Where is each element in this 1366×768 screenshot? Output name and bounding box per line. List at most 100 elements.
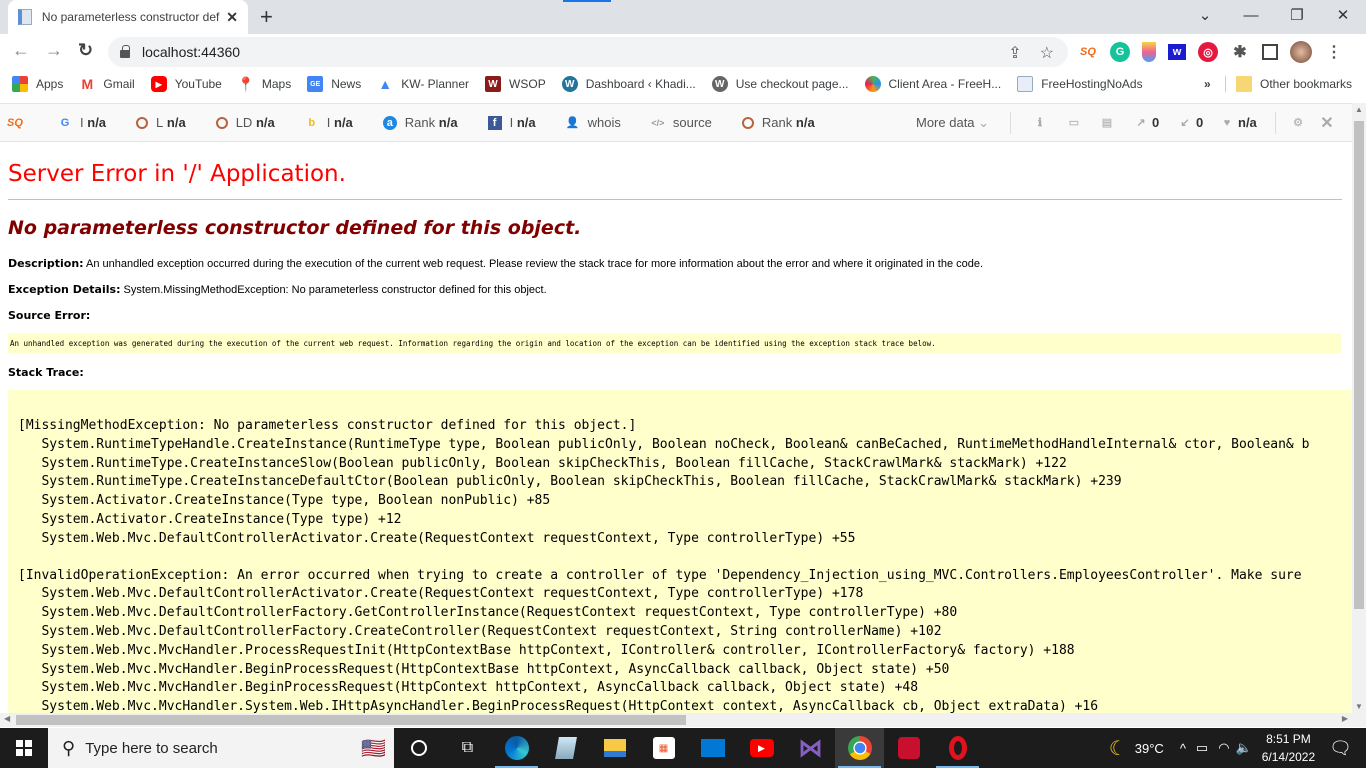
restore-button[interactable]: ❐ xyxy=(1274,0,1320,30)
share-icon[interactable]: ⇪ xyxy=(1008,43,1021,63)
bookmark-star-icon[interactable]: ☆ xyxy=(1040,43,1054,63)
bookmark-checkout[interactable]: W Use checkout page... xyxy=(711,76,849,92)
bookmark-gmail[interactable]: M Gmail xyxy=(79,76,135,92)
seo-whois[interactable]: 👤 whois xyxy=(566,115,621,130)
seo-google-index[interactable]: GI n/a xyxy=(58,115,106,130)
vertical-scrollbar[interactable]: ▲ ▼ xyxy=(1352,103,1366,713)
menu-kebab-icon[interactable]: ⋮ xyxy=(1324,42,1344,62)
taskbar-youtube[interactable]: ▶ xyxy=(737,728,786,768)
health-score[interactable]: ♥ n/a xyxy=(1220,115,1257,130)
close-seobar-icon[interactable]: ✕ xyxy=(1320,115,1334,132)
bookmarks-overflow-button[interactable]: » xyxy=(1204,77,1211,91)
taskbar-edge[interactable] xyxy=(492,728,541,768)
reload-icon[interactable]: ↻ xyxy=(78,40,93,61)
error-message-heading: No parameterless constructor defined for… xyxy=(8,217,582,239)
seo-bing-index[interactable]: bI n/a xyxy=(305,115,352,130)
bookmark-wsop[interactable]: W WSOP xyxy=(485,76,546,92)
bookmark-youtube[interactable]: ▶ YouTube xyxy=(150,76,222,92)
clock[interactable]: 8:51 PM 6/14/2022 xyxy=(1262,730,1315,766)
seo-label: I xyxy=(80,115,84,130)
bookmark-kw-planner[interactable]: ▲ KW- Planner xyxy=(377,76,469,92)
clock-date: 6/14/2022 xyxy=(1261,750,1316,764)
horizontal-scrollbar[interactable]: ◀ ▶ xyxy=(0,713,1366,727)
seo-source[interactable]: </> source xyxy=(651,115,712,130)
taskbar-store[interactable]: ▦ xyxy=(639,728,688,768)
show-hidden-icons[interactable]: ^ xyxy=(1180,741,1186,756)
minimize-button[interactable]: — xyxy=(1228,0,1274,30)
taskbar-notepad[interactable] xyxy=(541,728,590,768)
bookmark-news[interactable]: GE News xyxy=(307,76,361,92)
target-extension-icon[interactable]: ◎ xyxy=(1198,42,1218,62)
bookmark-dashboard[interactable]: W Dashboard ‹ Khadi... xyxy=(561,76,696,92)
wifi-icon[interactable]: ◠ xyxy=(1218,740,1229,756)
taskbar-chrome[interactable] xyxy=(835,728,884,768)
bookmark-maps[interactable]: 📍 Maps xyxy=(237,76,291,92)
seo-facebook[interactable]: fI n/a xyxy=(487,115,536,130)
close-tab-icon[interactable]: ✕ xyxy=(226,9,238,26)
reading-list-icon[interactable] xyxy=(1262,44,1278,60)
notifications-icon[interactable]: 🗨 xyxy=(1329,738,1352,759)
task-view-button[interactable]: ⧉ xyxy=(443,728,492,768)
taskbar-visual-studio[interactable]: ⋈ xyxy=(786,728,835,768)
browser-tab[interactable]: No parameterless constructor defined for… xyxy=(8,0,248,34)
seo-label: source xyxy=(672,115,712,130)
seo-semrush-rank[interactable]: Rank n/a xyxy=(741,115,815,130)
volume-icon[interactable]: 🔈 xyxy=(1236,740,1252,756)
screen-recorder-icon xyxy=(897,737,920,759)
horizontal-scroll-thumb[interactable] xyxy=(16,715,686,725)
taskbar-screen-recorder[interactable] xyxy=(884,728,933,768)
tab-search-icon[interactable]: ⌄ xyxy=(1182,0,1228,30)
seo-links[interactable]: L n/a xyxy=(136,115,186,130)
seoquake-extension-icon[interactable]: SQ xyxy=(1078,42,1098,62)
analytics-extension-icon[interactable]: w xyxy=(1168,44,1186,60)
lock-icon[interactable] xyxy=(120,45,130,58)
internal-links[interactable]: ↙ 0 xyxy=(1178,115,1203,130)
bookmark-label: Apps xyxy=(36,77,64,91)
bookmark-freehostingnoads[interactable]: FreeHostingNoAds xyxy=(1017,76,1143,92)
plug-extension-icon[interactable] xyxy=(1142,42,1156,62)
seo-alexa-rank[interactable]: a Rank n/a xyxy=(382,115,458,130)
extensions-puzzle-icon[interactable]: ✱ xyxy=(1230,42,1250,62)
external-links[interactable]: ↗ 0 xyxy=(1134,115,1159,130)
bookmark-apps[interactable]: Apps xyxy=(12,76,63,92)
address-bar[interactable]: localhost:44360 ⇪ ☆ xyxy=(108,37,1068,67)
scroll-up-icon[interactable]: ▲ xyxy=(1355,105,1363,114)
profile-avatar[interactable] xyxy=(1290,41,1312,63)
more-data-dropdown[interactable]: More data ⌄ xyxy=(916,115,989,131)
url-text[interactable]: localhost:44360 xyxy=(142,44,240,60)
taskbar-search[interactable]: ⚲ Type here to search 🇺🇸 xyxy=(48,728,394,768)
report-icon[interactable]: ▤ xyxy=(1100,116,1114,130)
internal-link-icon: ↙ xyxy=(1180,117,1190,129)
taskbar-file-explorer[interactable] xyxy=(590,728,639,768)
screen-icon[interactable]: ▭ xyxy=(1067,116,1081,130)
scroll-down-icon[interactable]: ▼ xyxy=(1355,702,1363,711)
taskbar-opera[interactable] xyxy=(933,728,982,768)
seoquake-logo-icon[interactable]: SQ xyxy=(7,116,23,130)
grammarly-extension-icon[interactable]: G xyxy=(1110,42,1130,62)
bookmark-client-area[interactable]: Client Area - FreeH... xyxy=(864,76,1002,92)
bookmark-label: Client Area - FreeH... xyxy=(888,77,1002,91)
other-bookmarks[interactable]: Other bookmarks xyxy=(1236,76,1352,92)
cortana-button[interactable] xyxy=(394,728,443,768)
forward-icon[interactable]: → xyxy=(45,40,63,61)
bookmark-label: News xyxy=(331,77,362,91)
new-tab-button[interactable]: + xyxy=(260,4,273,30)
scroll-left-icon[interactable]: ◀ xyxy=(4,714,10,723)
stack-frame: System.RuntimeType.CreateInstanceSlow(Bo… xyxy=(18,455,1067,471)
close-window-button[interactable]: ✕ xyxy=(1320,0,1366,30)
start-button[interactable] xyxy=(0,728,48,768)
bookmark-label: KW- Planner xyxy=(401,77,470,91)
exception-details-label: Exception Details: xyxy=(8,283,121,296)
vertical-scroll-thumb[interactable] xyxy=(1354,121,1364,609)
weather-temperature[interactable]: 39°C xyxy=(1135,741,1164,756)
info-icon[interactable]: ℹ xyxy=(1033,116,1047,130)
taskbar-mail[interactable] xyxy=(688,728,737,768)
more-data-label: More data xyxy=(916,115,975,130)
back-icon[interactable]: ← xyxy=(12,40,30,61)
weather-moon-icon[interactable]: ☾ xyxy=(1109,736,1127,761)
seo-linking-domains[interactable]: LD n/a xyxy=(215,115,275,130)
battery-icon[interactable]: ▭ xyxy=(1196,740,1208,756)
semrush-ring-icon xyxy=(741,116,754,129)
settings-gear-icon[interactable]: ⚙ xyxy=(1291,116,1305,130)
scroll-right-icon[interactable]: ▶ xyxy=(1342,714,1348,723)
